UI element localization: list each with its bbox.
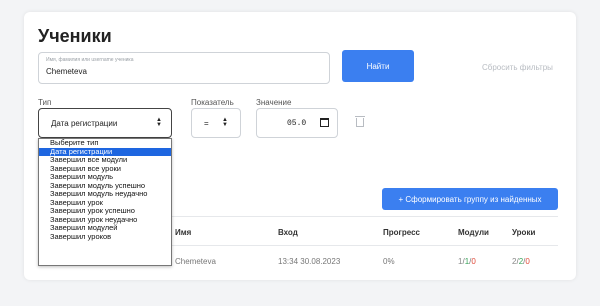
row-lessons: 2/2/0 (512, 257, 530, 266)
value-date-text: 05.0 (287, 119, 307, 128)
search-value: Chemeteva (46, 67, 87, 76)
row-progress: 0% (383, 257, 395, 266)
search-input[interactable]: Имя, фамилия или username ученика Chemet… (38, 52, 330, 84)
type-select[interactable]: Дата регистрации ▲ ▼ (38, 108, 172, 138)
dropdown-option[interactable]: Завершил уроков (39, 232, 171, 242)
page-title: Ученики (38, 26, 112, 46)
col-progress[interactable]: Прогресс (383, 228, 420, 237)
create-group-button[interactable]: + Сформировать группу из найденных (382, 188, 558, 210)
col-name[interactable]: Имя (175, 228, 191, 237)
type-label: Тип (38, 98, 52, 107)
find-button[interactable]: Найти (342, 50, 414, 82)
col-lessons[interactable]: Уроки (512, 228, 535, 237)
type-select-value: Дата регистрации (51, 119, 118, 128)
select-arrows-icon: ▲ ▼ (156, 117, 162, 128)
value-label: Значение (256, 98, 292, 107)
row-modules: 1/1/0 (458, 257, 476, 266)
indicator-label: Показатель (191, 98, 234, 107)
col-modules[interactable]: Модули (458, 228, 489, 237)
type-dropdown-list[interactable]: Выберите тип Дата регистрации Завершил в… (38, 138, 172, 266)
indicator-select-value: = (204, 119, 209, 128)
select-arrows-icon: ▲ ▼ (222, 117, 228, 128)
col-login[interactable]: Вход (278, 228, 298, 237)
reset-filters-link[interactable]: Сбросить фильтры (482, 63, 553, 72)
trash-icon[interactable] (355, 116, 365, 127)
calendar-icon[interactable] (320, 118, 329, 127)
row-login: 13:34 30.08.2023 (278, 257, 341, 266)
row-name[interactable]: Chemeteva (175, 257, 216, 266)
indicator-select[interactable]: = ▲ ▼ (191, 108, 261, 138)
value-date-input[interactable]: 05.0 (256, 108, 338, 138)
search-placeholder: Имя, фамилия или username ученика (46, 57, 134, 63)
